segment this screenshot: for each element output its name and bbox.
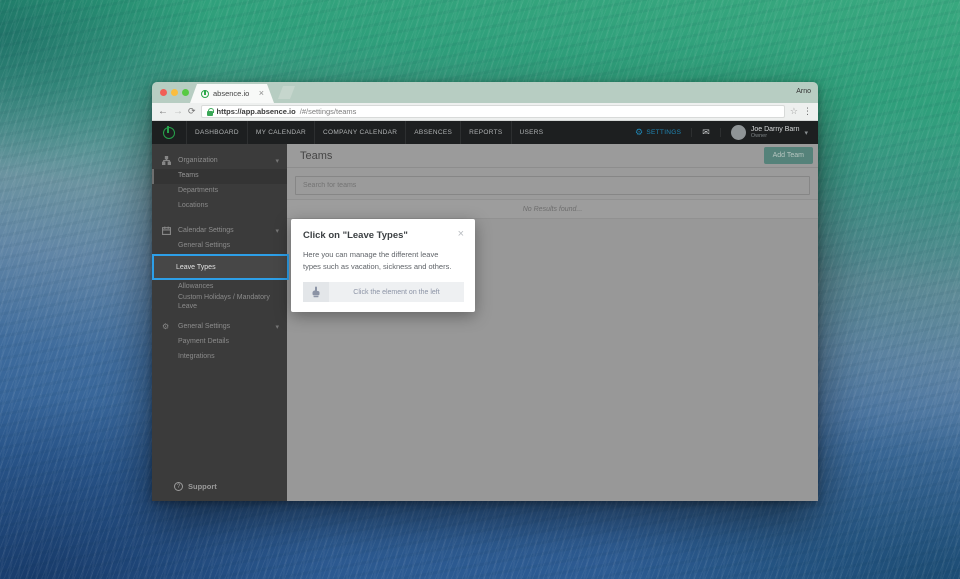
- chevron-down-icon: ▾: [804, 129, 808, 137]
- add-team-button[interactable]: Add Team: [763, 147, 813, 164]
- chevron-down-icon: ▾: [275, 157, 279, 165]
- nav-item-users[interactable]: USERS: [510, 121, 552, 144]
- tab-title: absence.io: [213, 89, 250, 98]
- chevron-down-icon: ▾: [275, 227, 279, 235]
- gear-icon: ⚙: [635, 127, 644, 137]
- no-results-row: No Results found...: [287, 199, 818, 219]
- sitemap-icon: [162, 156, 172, 165]
- url-host: https://app.absence.io: [216, 107, 296, 116]
- absence-favicon-icon: [201, 90, 209, 98]
- zoom-window-button[interactable]: [182, 89, 189, 96]
- sidebar-item-departments[interactable]: Departments: [152, 184, 287, 199]
- hand-pointer-icon: [303, 282, 329, 303]
- sidebar-section-calendar-settings[interactable]: Calendar Settings ▾: [152, 222, 287, 239]
- new-tab-button[interactable]: [278, 86, 295, 99]
- popup-footer-text: Click the element on the left: [353, 288, 440, 296]
- chevron-down-icon: ▾: [275, 323, 279, 331]
- teams-header: Teams Add Team: [287, 144, 818, 168]
- secure-lock-icon: [206, 107, 214, 116]
- close-window-button[interactable]: [160, 89, 167, 96]
- browser-toolbar: ← → ⟳ https://app.absence.io/#/settings/…: [152, 103, 818, 121]
- nav-item-my-calendar[interactable]: MY CALENDAR: [246, 121, 314, 144]
- page-title: Teams: [300, 149, 333, 162]
- teams-panel: Teams Add Team No Results found...: [287, 144, 818, 501]
- settings-sidebar: Organization ▾ Teams Departments Locatio…: [152, 144, 289, 501]
- back-icon[interactable]: ←: [158, 106, 168, 117]
- app-viewport: DASHBOARD MY CALENDAR COMPANY CALENDAR A…: [152, 121, 818, 501]
- section-label: Organization: [178, 157, 218, 164]
- support-link[interactable]: ? Support: [152, 482, 287, 491]
- gear-icon: ⚙: [162, 322, 170, 331]
- url-bar[interactable]: https://app.absence.io/#/settings/teams: [200, 105, 785, 118]
- url-path: /#/settings/teams: [299, 107, 357, 116]
- popup-header: Click on "Leave Types" ×: [303, 229, 464, 241]
- sidebar-item-teams[interactable]: Teams: [152, 169, 287, 184]
- browser-tab[interactable]: absence.io ×: [190, 84, 274, 103]
- popup-body-text: Here you can manage the different leave …: [303, 250, 452, 271]
- app-navbar: DASHBOARD MY CALENDAR COMPANY CALENDAR A…: [152, 121, 818, 144]
- calendar-icon: [162, 226, 172, 235]
- settings-content: Organization ▾ Teams Departments Locatio…: [152, 144, 818, 501]
- forward-icon[interactable]: →: [173, 106, 183, 117]
- nav-item-dashboard[interactable]: DASHBOARD: [186, 121, 247, 144]
- browser-tabstrip: absence.io × Arno: [152, 82, 818, 103]
- nav-item-absences[interactable]: ABSENCES: [405, 121, 460, 144]
- nav-item-company-calendar[interactable]: COMPANY CALENDAR: [314, 121, 405, 144]
- close-icon[interactable]: ×: [458, 229, 464, 240]
- sidebar-item-payment-details[interactable]: Payment Details: [152, 335, 287, 350]
- sidebar-item-integrations[interactable]: Integrations: [152, 350, 287, 365]
- search-input[interactable]: [295, 176, 810, 195]
- support-label: Support: [188, 482, 217, 491]
- section-label: General Settings: [178, 323, 231, 330]
- sidebar-item-allowances[interactable]: Allowances: [152, 280, 287, 295]
- tab-close-icon[interactable]: ×: [259, 89, 264, 98]
- sidebar-section-organization[interactable]: Organization ▾: [152, 152, 287, 169]
- mail-icon[interactable]: ✉: [691, 128, 721, 137]
- sidebar-item-custom-holidays[interactable]: Custom Holidays / Mandatory Leave: [152, 294, 287, 310]
- tutorial-popup: Click on "Leave Types" × Here you can ma…: [291, 219, 475, 313]
- user-menu[interactable]: Joe Darny Barn Owner ▾: [721, 125, 818, 140]
- sidebar-item-general-settings[interactable]: General Settings: [152, 239, 287, 254]
- question-icon: ?: [174, 482, 183, 491]
- browser-window: absence.io × Arno ← → ⟳ https://app.abse…: [152, 82, 818, 501]
- nav-item-reports[interactable]: REPORTS: [460, 121, 510, 144]
- absence-logo-icon[interactable]: [152, 121, 186, 144]
- search-wrap: [287, 168, 818, 199]
- user-role: Owner: [750, 132, 768, 139]
- reload-icon[interactable]: ⟳: [188, 107, 196, 116]
- sidebar-section-general-settings[interactable]: ⚙ General Settings ▾: [152, 318, 287, 335]
- chrome-menu-icon[interactable]: ⋮: [803, 107, 812, 116]
- popup-footer: Click the element on the left: [303, 282, 464, 303]
- settings-label: SETTINGS: [646, 129, 682, 136]
- avatar: [730, 125, 746, 140]
- chrome-profile-name[interactable]: Arno: [796, 88, 811, 95]
- sidebar-item-locations[interactable]: Locations: [152, 199, 287, 214]
- minimize-window-button[interactable]: [171, 89, 178, 96]
- bookmark-star-icon[interactable]: ☆: [790, 107, 798, 116]
- sidebar-item-leave-types-highlighted[interactable]: Leave Types: [152, 254, 289, 280]
- nav-item-settings[interactable]: ⚙ SETTINGS: [625, 128, 691, 137]
- navbar-right: ⚙ SETTINGS ✉ Joe Darny Barn Owner ▾: [625, 121, 818, 144]
- popup-title: Click on "Leave Types": [303, 230, 408, 241]
- desktop: { "browser": { "profile": "Arno", "tab":…: [0, 0, 960, 579]
- section-label: Calendar Settings: [178, 227, 234, 234]
